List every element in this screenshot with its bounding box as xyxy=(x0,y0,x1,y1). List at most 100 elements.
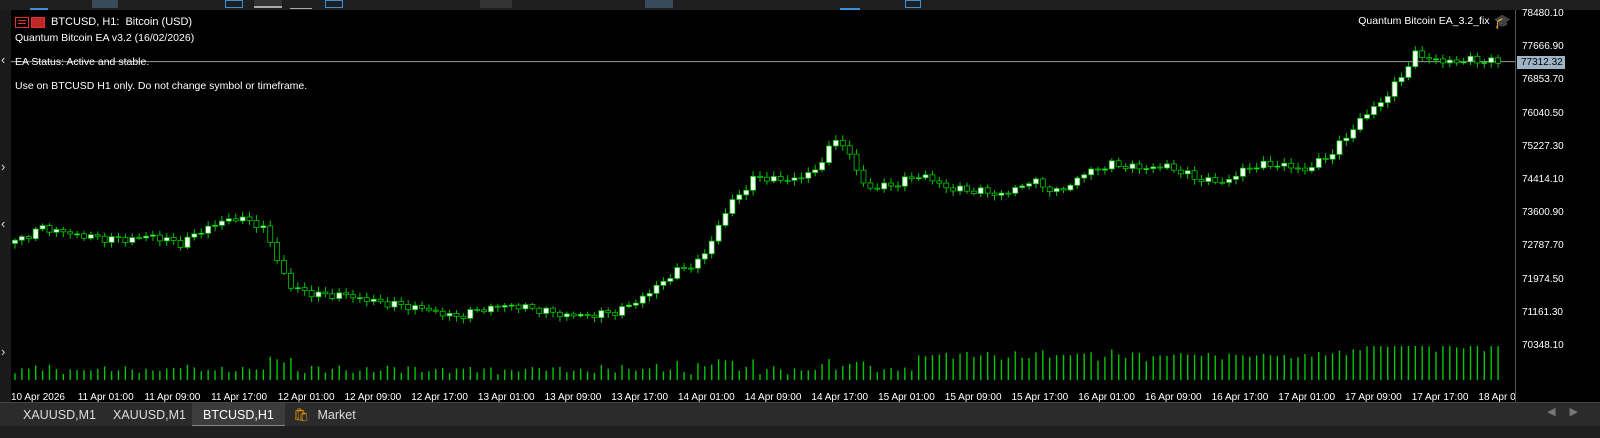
price-axis[interactable]: 77312.32 78480.10 77666.90 76853.70 76040.5… xyxy=(1515,8,1600,402)
candle-body[interactable] xyxy=(225,218,232,222)
candle-body[interactable] xyxy=(329,293,336,299)
candle-body[interactable] xyxy=(1233,175,1239,180)
candle-body[interactable] xyxy=(1012,187,1019,194)
candle-body[interactable] xyxy=(736,194,743,200)
candle-body[interactable] xyxy=(1405,66,1412,78)
candle-body[interactable] xyxy=(1074,177,1081,186)
candle-body[interactable] xyxy=(853,153,860,171)
candle-body[interactable] xyxy=(432,309,439,312)
candle-body[interactable] xyxy=(915,177,922,180)
candle-body[interactable] xyxy=(322,291,329,295)
candle-body[interactable] xyxy=(156,234,163,242)
candle-body[interactable] xyxy=(660,280,667,286)
candle-body[interactable] xyxy=(722,213,729,226)
candle-body[interactable] xyxy=(1267,160,1274,167)
candle-body[interactable] xyxy=(1398,77,1405,83)
candle-body[interactable] xyxy=(129,237,136,243)
candle-body[interactable] xyxy=(453,313,460,317)
candle-body[interactable] xyxy=(1088,168,1095,176)
toolbar-button[interactable] xyxy=(480,0,512,8)
candle-body[interactable] xyxy=(977,187,984,194)
scroll-right-icon[interactable]: ▶ xyxy=(1570,406,1592,418)
tab-xauusd-m1[interactable]: XAUUSD,M1 xyxy=(12,403,107,427)
candle-body[interactable] xyxy=(294,287,301,290)
candle-body[interactable] xyxy=(1433,58,1439,61)
candle-body[interactable] xyxy=(750,175,757,191)
candle-body[interactable] xyxy=(1474,55,1481,64)
candle-body[interactable] xyxy=(288,272,294,289)
candle-body[interactable] xyxy=(308,290,315,298)
toolbar-button[interactable] xyxy=(30,0,48,10)
candle-body[interactable] xyxy=(1260,160,1267,169)
candle-body[interactable] xyxy=(598,310,605,318)
candle-body[interactable] xyxy=(1281,162,1288,167)
candle-body[interactable] xyxy=(970,190,977,194)
candle-body[interactable] xyxy=(1060,188,1067,191)
candle-body[interactable] xyxy=(1164,163,1170,169)
candle-body[interactable] xyxy=(984,187,991,194)
tab-market[interactable]: 🛍 Market xyxy=(282,403,367,427)
candle-body[interactable] xyxy=(508,304,515,307)
candle-body[interactable] xyxy=(543,307,550,314)
candle-body[interactable] xyxy=(1067,184,1074,191)
candle-body[interactable] xyxy=(336,292,343,299)
candle-body[interactable] xyxy=(39,225,46,230)
candle-body[interactable] xyxy=(460,315,467,319)
candle-body[interactable] xyxy=(108,236,115,243)
candle-body[interactable] xyxy=(632,302,639,306)
candle-body[interactable] xyxy=(805,172,812,179)
candle-body[interactable] xyxy=(839,139,846,147)
candle-body[interactable] xyxy=(860,169,867,184)
candle-body[interactable] xyxy=(681,267,688,269)
candle-body[interactable] xyxy=(219,220,225,226)
candle-body[interactable] xyxy=(81,233,87,239)
candle-body[interactable] xyxy=(819,162,825,171)
toolbar-button[interactable] xyxy=(905,0,921,8)
candle-body[interactable] xyxy=(94,234,101,237)
candle-body[interactable] xyxy=(688,267,694,270)
candle-body[interactable] xyxy=(253,219,260,229)
candle-body[interactable] xyxy=(363,297,370,302)
candle-body[interactable] xyxy=(1033,178,1039,185)
candle-body[interactable] xyxy=(1122,166,1129,169)
candle-body[interactable] xyxy=(1039,178,1046,188)
candle-body[interactable] xyxy=(770,176,777,182)
candle-body[interactable] xyxy=(812,169,819,173)
candle-body[interactable] xyxy=(1026,183,1032,187)
candle-body[interactable] xyxy=(1157,166,1163,169)
candle-body[interactable] xyxy=(550,307,556,313)
candle-body[interactable] xyxy=(1495,57,1502,64)
candle-body[interactable] xyxy=(53,229,60,233)
candle-body[interactable] xyxy=(1460,61,1467,64)
candle-body[interactable] xyxy=(1453,59,1460,64)
candle-body[interactable] xyxy=(584,314,591,316)
candle-body[interactable] xyxy=(667,278,674,282)
candle-body[interactable] xyxy=(922,174,929,179)
candle-body[interactable] xyxy=(1053,188,1060,192)
candle-body[interactable] xyxy=(1336,140,1343,155)
candle-body[interactable] xyxy=(205,225,212,234)
candle-body[interactable] xyxy=(1343,137,1350,142)
candle-body[interactable] xyxy=(888,182,894,187)
candle-body[interactable] xyxy=(763,176,770,182)
candle-body[interactable] xyxy=(1219,181,1226,184)
candle-body[interactable] xyxy=(412,305,418,311)
candle-body[interactable] xyxy=(115,236,122,239)
candle-body[interactable] xyxy=(260,225,267,229)
candle-body[interactable] xyxy=(1143,168,1150,170)
candle-body[interactable] xyxy=(1295,167,1301,170)
candle-body[interactable] xyxy=(1177,169,1184,175)
candle-body[interactable] xyxy=(1308,167,1315,172)
candle-body[interactable] xyxy=(1350,129,1357,139)
candle-body[interactable] xyxy=(446,313,453,317)
candle-body[interactable] xyxy=(832,139,839,147)
expand-icon[interactable]: › xyxy=(1,345,5,359)
candle-body[interactable] xyxy=(1246,167,1253,170)
toolbar-button[interactable] xyxy=(645,0,673,8)
candle-body[interactable] xyxy=(398,300,405,305)
candle-body[interactable] xyxy=(384,301,391,308)
candle-body[interactable] xyxy=(626,304,632,307)
candle-body[interactable] xyxy=(74,233,80,236)
candle-body[interactable] xyxy=(846,145,853,155)
collapse-left-icon[interactable]: ‹ xyxy=(1,217,5,231)
